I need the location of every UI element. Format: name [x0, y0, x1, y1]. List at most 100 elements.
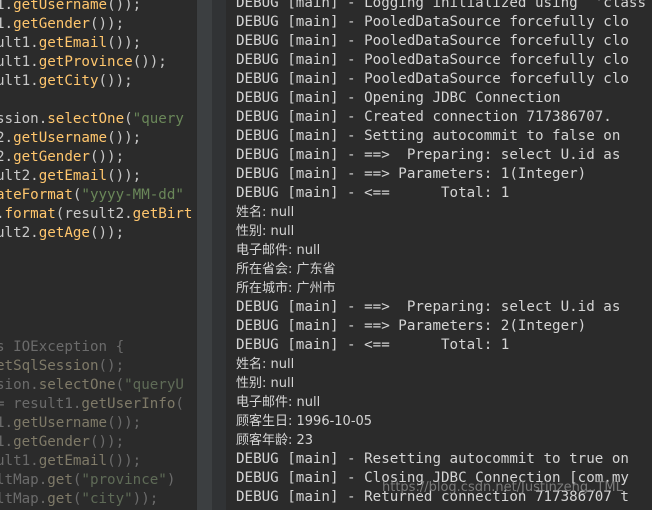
- code-line: ult1.getCity());: [0, 72, 133, 91]
- code-token: (: [115, 377, 125, 393]
- code-token: getGender: [13, 149, 90, 165]
- console-log-line: DEBUG [main] - Logging initialized using…: [236, 0, 646, 11]
- code-token: ());: [107, 168, 142, 184]
- code-token: ateFormat: [0, 187, 73, 203]
- code-token: getUsername: [13, 130, 108, 146]
- code-token: ());: [107, 130, 142, 146]
- console-log-line: DEBUG [main] - PooledDataSource forceful…: [236, 71, 629, 87]
- code-line: s IOException {: [0, 338, 124, 357]
- code-token: ());: [107, 415, 142, 431]
- code-token: = result1.: [0, 396, 82, 412]
- console-log-line: DEBUG [main] - ==> Preparing: select U.i…: [236, 299, 621, 315]
- console-log-line: 姓名: null: [236, 357, 295, 372]
- code-token: getGender: [13, 434, 90, 450]
- console-log-line: 姓名: null: [236, 205, 295, 220]
- console-log-line: DEBUG [main] - Resetting autocommit to t…: [236, 451, 629, 467]
- code-line: .format(result2.getBirt: [0, 205, 192, 224]
- code-token: sion.: [0, 377, 39, 393]
- code-token: (: [124, 111, 133, 127]
- console-log-line: DEBUG [main] - ==> Parameters: 1(Integer…: [236, 166, 587, 182]
- code-token: (: [175, 396, 184, 412]
- code-token: ());: [107, 0, 142, 13]
- console-log-line: DEBUG [main] - PooledDataSource forceful…: [236, 14, 629, 30]
- code-token: getEmail: [38, 168, 108, 184]
- pane-splitter[interactable]: [196, 0, 213, 510]
- code-token: ));: [132, 491, 159, 507]
- code-token: ult1.: [0, 453, 39, 469]
- code-token: s IOException {: [0, 339, 125, 355]
- code-token: getEmail: [38, 453, 108, 469]
- code-token: "query: [132, 111, 184, 127]
- code-token: etSqlSession: [0, 358, 99, 374]
- code-line: ult2.getAge());: [0, 224, 124, 243]
- code-line: ssion.selectOne("query: [0, 110, 184, 129]
- code-line: = result1.getUserInfo(: [0, 395, 184, 414]
- code-token: ());: [89, 149, 125, 165]
- code-token: selectOne: [47, 111, 125, 127]
- code-token: getCity: [38, 73, 99, 89]
- console-log-line: 顾客生日: 1996-10-05: [236, 414, 373, 429]
- code-token: ();: [98, 358, 125, 374]
- code-token: getUserInfo: [81, 396, 176, 412]
- code-line: 1.getUsername());: [0, 414, 141, 433]
- code-token: 1.: [0, 434, 14, 450]
- console-log-line: DEBUG [main] - PooledDataSource forceful…: [236, 33, 629, 49]
- code-line: ult2.getEmail());: [0, 167, 141, 186]
- console-gutter: [212, 0, 226, 510]
- code-token: 2.: [0, 149, 14, 165]
- code-token: (result2.: [55, 206, 133, 222]
- console-log-line: DEBUG [main] - PooledDataSource forceful…: [236, 52, 629, 68]
- code-token: ());: [89, 16, 125, 32]
- code-line: ult1.getEmail());: [0, 452, 141, 471]
- code-token: getBirt: [132, 206, 193, 222]
- code-token: getEmail: [38, 35, 108, 51]
- code-token: ());: [132, 54, 167, 70]
- code-token: ());: [107, 453, 142, 469]
- console-log-line: 顾客年龄: 23: [236, 433, 314, 448]
- code-token: getGender: [13, 16, 90, 32]
- code-token: getProvince: [38, 54, 133, 70]
- code-token: "province": [81, 472, 167, 488]
- console-log-line: DEBUG [main] - ==> Parameters: 2(Integer…: [236, 318, 587, 334]
- code-token: ());: [98, 73, 133, 89]
- code-line: ltMap.get("city"));: [0, 490, 158, 509]
- console-log-line: 所在省会: 广东省: [236, 262, 336, 277]
- console-output-pane[interactable]: DEBUG [main] - Logging initialized using…: [226, 0, 652, 510]
- code-token: getUsername: [13, 415, 108, 431]
- code-line: etSqlSession();: [0, 357, 124, 376]
- code-token: getUsername: [13, 0, 108, 13]
- code-line: 1.getUsername());: [0, 0, 141, 15]
- console-log-line: 所在城市: 广州市: [236, 281, 336, 296]
- code-token: "yyyy-MM-dd": [81, 187, 184, 203]
- code-token: 1.: [0, 0, 14, 13]
- console-log-line: DEBUG [main] - ==> Preparing: select U.i…: [236, 147, 621, 163]
- code-line: ult1.getEmail());: [0, 34, 141, 53]
- code-token: get: [47, 491, 73, 507]
- code-line: 2.getUsername());: [0, 129, 141, 148]
- code-token: "city": [81, 491, 133, 507]
- code-line: sion.selectOne("queryU: [0, 376, 184, 395]
- code-token: ltMap.: [0, 491, 48, 507]
- code-line: ltMap.get("province"): [0, 471, 175, 490]
- console-log-line: DEBUG [main] - <== Total: 1: [236, 337, 510, 353]
- code-line: 1.getGender());: [0, 433, 124, 452]
- code-token: ());: [107, 35, 142, 51]
- code-token: ());: [89, 225, 125, 241]
- code-token: ult2.: [0, 168, 39, 184]
- code-editor-pane[interactable]: 1.getUsername()); 1.getGender()); ult1.get…: [0, 0, 196, 510]
- code-token: selectOne: [38, 377, 116, 393]
- console-log-line: DEBUG [main] - Setting autocommit to fal…: [236, 128, 621, 144]
- code-token: ult1.: [0, 54, 39, 70]
- console-log-line: DEBUG [main] - Created connection 717386…: [236, 109, 612, 125]
- console-log-line: 电子邮件: null: [236, 395, 321, 410]
- code-token: 2.: [0, 130, 14, 146]
- code-token: ): [166, 472, 176, 488]
- code-token: "queryU: [124, 377, 184, 393]
- code-token: 1.: [0, 16, 14, 32]
- code-token: ult1.: [0, 73, 39, 89]
- code-token: ltMap.: [0, 472, 48, 488]
- code-line: ult1.getProvince());: [0, 53, 167, 72]
- code-token: ult1.: [0, 35, 39, 51]
- code-token: 1.: [0, 415, 14, 431]
- console-log-line: DEBUG [main] - <== Total: 1: [236, 185, 510, 201]
